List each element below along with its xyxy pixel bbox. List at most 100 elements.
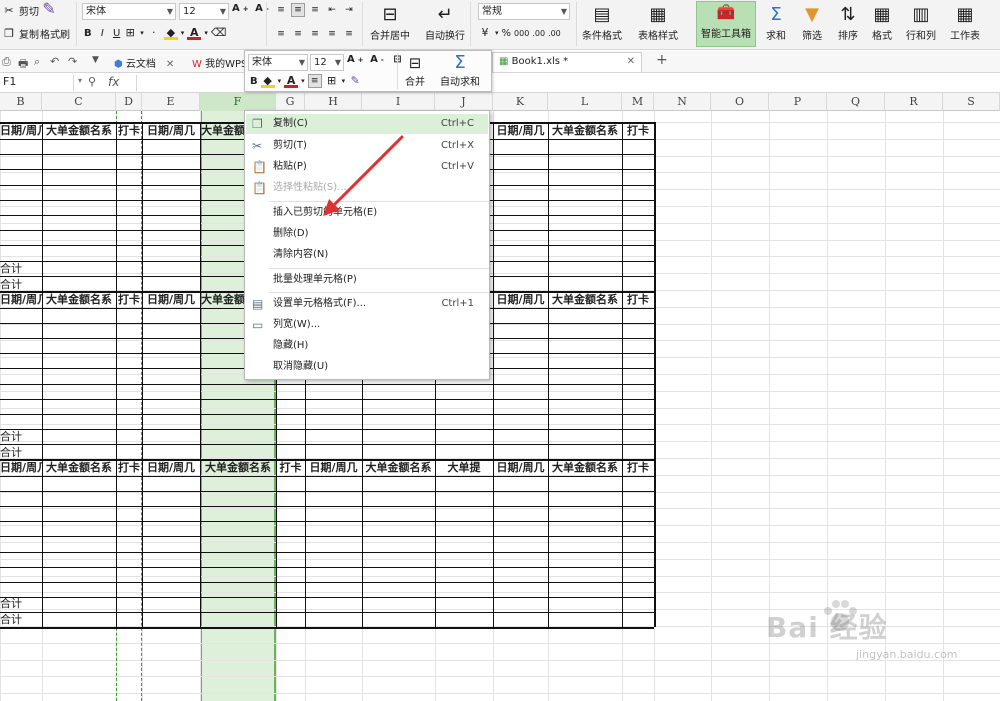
sum-button[interactable]: Σ 求和 [764,3,788,42]
menu-item-unhide[interactable]: 取消隐藏(U) [246,357,488,377]
close-icon[interactable]: ✕ [627,56,635,67]
column-header[interactable]: Q [827,93,885,111]
zoom-icon[interactable]: ⚲ [88,75,96,88]
mini-format-painter-icon[interactable]: ✎ [348,74,362,88]
bold-button[interactable]: B [84,28,92,39]
header-date[interactable]: 日期/周几 [142,123,200,139]
align-top-icon[interactable]: ≡ [274,3,288,17]
column-header[interactable]: S [943,93,1000,111]
header-date[interactable]: 日期/周几 [142,460,200,476]
clear-format-icon[interactable]: ⌫ [211,26,227,40]
header-card[interactable]: 打卡 [276,460,305,476]
font-size-select[interactable]: 12 ▼ [179,3,229,20]
distributed-icon[interactable]: ≡ [342,27,356,41]
mini-font-color-icon[interactable]: A [284,74,299,88]
header-card[interactable]: 打卡 [116,460,142,476]
tab-cloud-docs[interactable]: ⬢ 云文档 ✕ [108,52,180,72]
total-label[interactable]: 合计 [0,445,42,461]
header-card[interactable]: 打卡 [116,292,142,308]
decrease-decimal-button[interactable]: .00 [548,29,561,38]
fill-color-icon[interactable]: ◆ [163,26,178,40]
format-painter-button[interactable]: 格式刷 [40,26,70,41]
header-name[interactable]: 大单金额 [200,123,246,139]
mini-align-center-icon[interactable]: ≡ [307,74,322,88]
header-big[interactable]: 大单提 [435,460,493,476]
header-date[interactable]: 日期/周几 [0,123,42,139]
total-label[interactable]: 合计 [0,596,42,612]
mini-autosum-button[interactable]: Σ 自动求和 [440,53,480,89]
wrap-text-button[interactable]: ↵ 自动换行 [425,3,465,42]
sort-button[interactable]: ⇅ 排序 [836,3,860,42]
column-header[interactable]: I [362,93,435,111]
menu-item-column-width[interactable]: ▭ 列宽(W)... [246,315,488,335]
align-right-icon[interactable]: ≡ [308,27,322,41]
close-icon[interactable]: ✕ [166,59,174,70]
border-icon[interactable]: ⊞ [123,26,137,40]
quick-menu-chevron-icon[interactable]: ▼ [92,55,99,65]
header-name[interactable]: 大单金额 [200,292,246,308]
menu-item-hide[interactable]: 隐藏(H) [246,336,488,356]
column-header[interactable]: R [885,93,943,111]
header-name[interactable]: 大单金额名系 [42,460,116,476]
font-grow-button[interactable]: A + A- [232,3,269,14]
menu-item-cut[interactable]: ✂ 剪切(T) Ctrl+X [246,136,488,156]
column-header[interactable]: C [42,93,116,111]
formula-input[interactable] [136,75,246,91]
mini-bold-button[interactable]: B [250,76,258,87]
column-header[interactable]: B [0,93,42,111]
column-header[interactable]: K [493,93,548,111]
conditional-format-button[interactable]: ▤ 条件格式 [582,3,622,42]
column-header[interactable]: E [142,93,200,111]
menu-item-paste-special[interactable]: 📋 选择性粘贴(S)... [246,178,488,198]
align-bottom-icon[interactable]: ≡ [308,3,322,17]
header-name[interactable]: 大单金额名系 [200,460,276,476]
print-icon[interactable]: 🖶 [18,55,28,74]
increase-decimal-button[interactable]: .00 [532,29,545,38]
menu-item-delete[interactable]: 删除(D) [246,224,488,244]
total-label[interactable]: 合计 [0,261,42,277]
font-color-icon[interactable]: A [187,26,202,40]
header-name[interactable]: 大单金额名系 [42,123,116,139]
menu-item-paste[interactable]: 📋 粘贴(P) Ctrl+V [246,157,488,177]
table-style-button[interactable]: ▦ 表格样式 [638,3,678,42]
smart-toolbox-button[interactable]: 🧰 智能工具箱 [696,1,756,47]
column-header[interactable]: L [548,93,622,111]
column-header[interactable]: D [116,93,142,111]
total-label[interactable]: 合计 [0,429,42,445]
undo-icon[interactable]: ↶ [50,55,59,68]
menu-item-clear-contents[interactable]: 清除内容(N) [246,245,488,265]
merge-center-button[interactable]: ⊟ 合并居中 [370,3,410,42]
align-middle-icon[interactable]: ≡ [291,3,305,17]
align-center-icon[interactable]: ≡ [291,27,305,41]
total-label[interactable]: 合计 [0,277,42,293]
column-header[interactable]: P [769,93,827,111]
header-name[interactable]: 大单金额名系 [42,292,116,308]
header-date[interactable]: 日期/周几 [493,460,548,476]
header-date[interactable]: 日期/周几 [493,292,548,308]
header-card[interactable]: 打卡 [622,123,654,139]
copy-button[interactable]: ❐ 复制 [2,26,39,42]
format-painter-icon[interactable]: ✎ [42,1,56,17]
format-button[interactable]: ▦ 格式 [870,3,894,42]
column-header[interactable]: O [711,93,769,111]
filter-button[interactable]: ▼ 筛选 [800,3,824,42]
header-card[interactable]: 打卡 [622,292,654,308]
menu-item-format-cells[interactable]: ▤ 设置单元格格式(F)... Ctrl+1 [246,294,488,314]
add-tab-button[interactable]: + [656,52,668,68]
header-date[interactable]: 日期/周几 [142,292,200,308]
mini-merge-button[interactable]: ⊟ 合并 [403,53,427,88]
mini-fill-color-icon[interactable]: ◆ [260,74,275,88]
column-header[interactable]: G [276,93,305,111]
menu-item-insert-cut-cells[interactable]: 插入已剪切的单元格(E) [246,203,488,223]
outdent-icon[interactable]: ⇥ [342,3,356,17]
mini-font-size-select[interactable]: 12 ▼ [310,54,344,71]
header-card[interactable]: 打卡 [116,123,142,139]
header-name[interactable]: 大单金额名系 [362,460,435,476]
column-header[interactable]: H [305,93,362,111]
header-card[interactable]: 打卡 [622,460,654,476]
thousands-button[interactable]: 000 [514,29,529,38]
tab-book1[interactable]: ▦ Book1.xls * ✕ [492,52,642,72]
row-col-button[interactable]: ▥ 行和列 [906,3,936,42]
column-header[interactable]: M [622,93,654,111]
justify-icon[interactable]: ≡ [325,27,339,41]
